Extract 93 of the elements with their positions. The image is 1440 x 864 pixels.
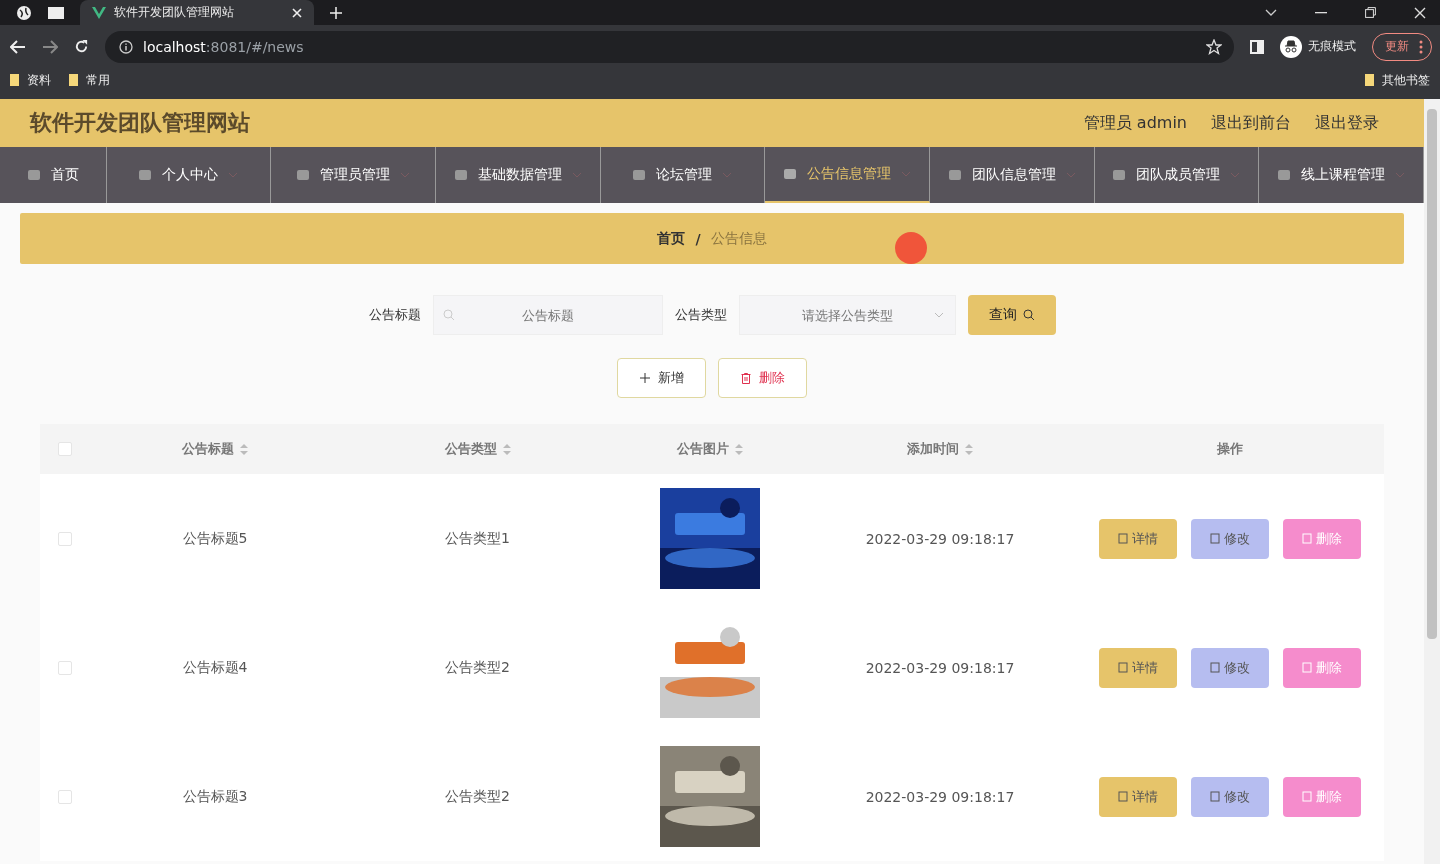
breadcrumb-separator: /	[695, 230, 701, 247]
more-icon	[1419, 39, 1423, 54]
bookmark[interactable]: 资料	[10, 71, 51, 89]
column-header[interactable]: 操作	[1216, 440, 1243, 458]
field-label: 公告类型	[674, 306, 727, 324]
row-action-button[interactable]: 修改	[1190, 518, 1269, 559]
caret-icon	[901, 171, 912, 177]
breadcrumb-link[interactable]: 首页	[657, 229, 686, 248]
minimize-icon[interactable]	[1315, 11, 1327, 14]
new-tab-icon[interactable]	[330, 6, 342, 19]
column-header[interactable]: 公告图片	[677, 440, 729, 458]
query-button[interactable]: 查询	[967, 295, 1056, 335]
chevron-down-icon[interactable]	[1265, 8, 1277, 17]
delete-button[interactable]: 删除	[718, 358, 807, 398]
side-panel-icon[interactable]	[1250, 39, 1264, 54]
caret-icon	[1230, 172, 1241, 178]
add-button[interactable]: 新增	[617, 358, 706, 398]
checkbox[interactable]	[58, 789, 72, 804]
action-icon	[1301, 533, 1312, 544]
column-header[interactable]: 公告类型	[444, 440, 497, 458]
table-cell-text: 2022-03-29 09:18:17	[864, 787, 1016, 807]
close-icon[interactable]	[292, 7, 302, 18]
action-icon	[1117, 533, 1128, 544]
table-cell-text: 公告类型1	[444, 528, 511, 548]
table-cell-text: 2022-03-29 09:18:17	[864, 658, 1016, 678]
row-action-button[interactable]: 修改	[1190, 776, 1269, 817]
action-icon	[1209, 791, 1220, 802]
globe-icon[interactable]	[16, 4, 32, 21]
breadcrumb-current: 公告信息	[710, 229, 767, 248]
site-title: 软件开发团队管理网站	[30, 109, 251, 137]
search-field[interactable]: 公告标题	[432, 295, 663, 335]
restore-icon[interactable]	[1365, 7, 1376, 18]
scrollbar-thumb[interactable]	[1427, 109, 1437, 639]
nav-item[interactable]: 个人中心	[106, 147, 272, 203]
table-cell-text: 公告类型2	[444, 786, 511, 806]
header-link[interactable]: 退出登录	[1315, 112, 1379, 134]
forward-icon[interactable]	[42, 39, 58, 54]
trash-icon	[740, 372, 751, 384]
address-bar[interactable]: localhost:8081/#/news	[105, 30, 1234, 63]
type-select[interactable]: 请选择公告类型	[738, 295, 956, 335]
action-icon	[1209, 662, 1220, 673]
bookmark[interactable]: 常用	[69, 71, 110, 89]
user-label: 管理员 admin	[1083, 112, 1187, 134]
checkbox[interactable]	[58, 442, 72, 456]
nav-item[interactable]: 管理员管理	[271, 147, 436, 203]
action-icon	[1209, 533, 1220, 544]
incognito-icon[interactable]	[1280, 35, 1302, 58]
row-action-button[interactable]: 详情	[1098, 518, 1177, 559]
caret-icon	[228, 172, 239, 178]
caret-icon	[400, 172, 411, 178]
plus-icon	[639, 373, 650, 383]
caret-icon	[722, 172, 733, 178]
table-cell-text: 公告类型2	[444, 657, 511, 677]
table-cell-text: 公告标题4	[181, 657, 249, 677]
caret-icon	[1395, 172, 1406, 178]
column-header[interactable]: 添加时间	[907, 440, 959, 458]
row-action-button[interactable]: 详情	[1098, 647, 1177, 688]
profile-label: 无痕模式	[1308, 38, 1356, 55]
caret-icon	[571, 172, 582, 178]
bookmark[interactable]: 其他书签	[1365, 71, 1430, 89]
nav-item[interactable]: 论坛管理	[600, 147, 766, 203]
header-link[interactable]: 退出到前台	[1211, 112, 1291, 134]
close-icon[interactable]	[1414, 6, 1426, 19]
table-cell-text: 2022-03-29 09:18:17	[864, 529, 1016, 549]
reload-icon[interactable]	[74, 39, 89, 54]
back-icon[interactable]	[10, 39, 26, 54]
nav-item[interactable]: 团队信息管理	[929, 147, 1095, 203]
search-icon	[442, 309, 455, 321]
nav-item[interactable]: 团队成员管理	[1094, 147, 1260, 203]
row-action-button[interactable]: 修改	[1190, 647, 1269, 688]
browser-tab[interactable]: 软件开发团队管理网站	[80, 0, 314, 25]
nav-item[interactable]: 线上课程管理	[1259, 147, 1424, 203]
nav-item[interactable]: 公告信息管理	[765, 147, 930, 203]
action-icon	[1301, 662, 1312, 673]
table-cell-text: 公告标题5	[181, 528, 249, 548]
table-cell-text: 公告标题3	[181, 786, 249, 806]
checkbox[interactable]	[58, 531, 72, 546]
row-action-button[interactable]: 详情	[1098, 776, 1177, 817]
action-icon	[1301, 791, 1312, 802]
vue-logo-icon	[92, 6, 106, 19]
nav-item[interactable]: 基础数据管理	[435, 147, 601, 203]
search-icon	[1022, 309, 1035, 321]
action-icon	[1117, 662, 1128, 673]
column-header[interactable]: 公告标题	[182, 440, 234, 458]
tab-list-icon[interactable]	[48, 6, 64, 19]
chevron-down-icon	[933, 312, 944, 318]
info-icon	[119, 39, 133, 54]
star-icon[interactable]	[1206, 38, 1222, 55]
nav-item[interactable]: 首页	[0, 147, 107, 203]
action-icon	[1117, 791, 1128, 802]
checkbox[interactable]	[58, 660, 72, 675]
caret-icon	[1065, 172, 1076, 178]
field-label: 公告标题	[368, 306, 421, 324]
